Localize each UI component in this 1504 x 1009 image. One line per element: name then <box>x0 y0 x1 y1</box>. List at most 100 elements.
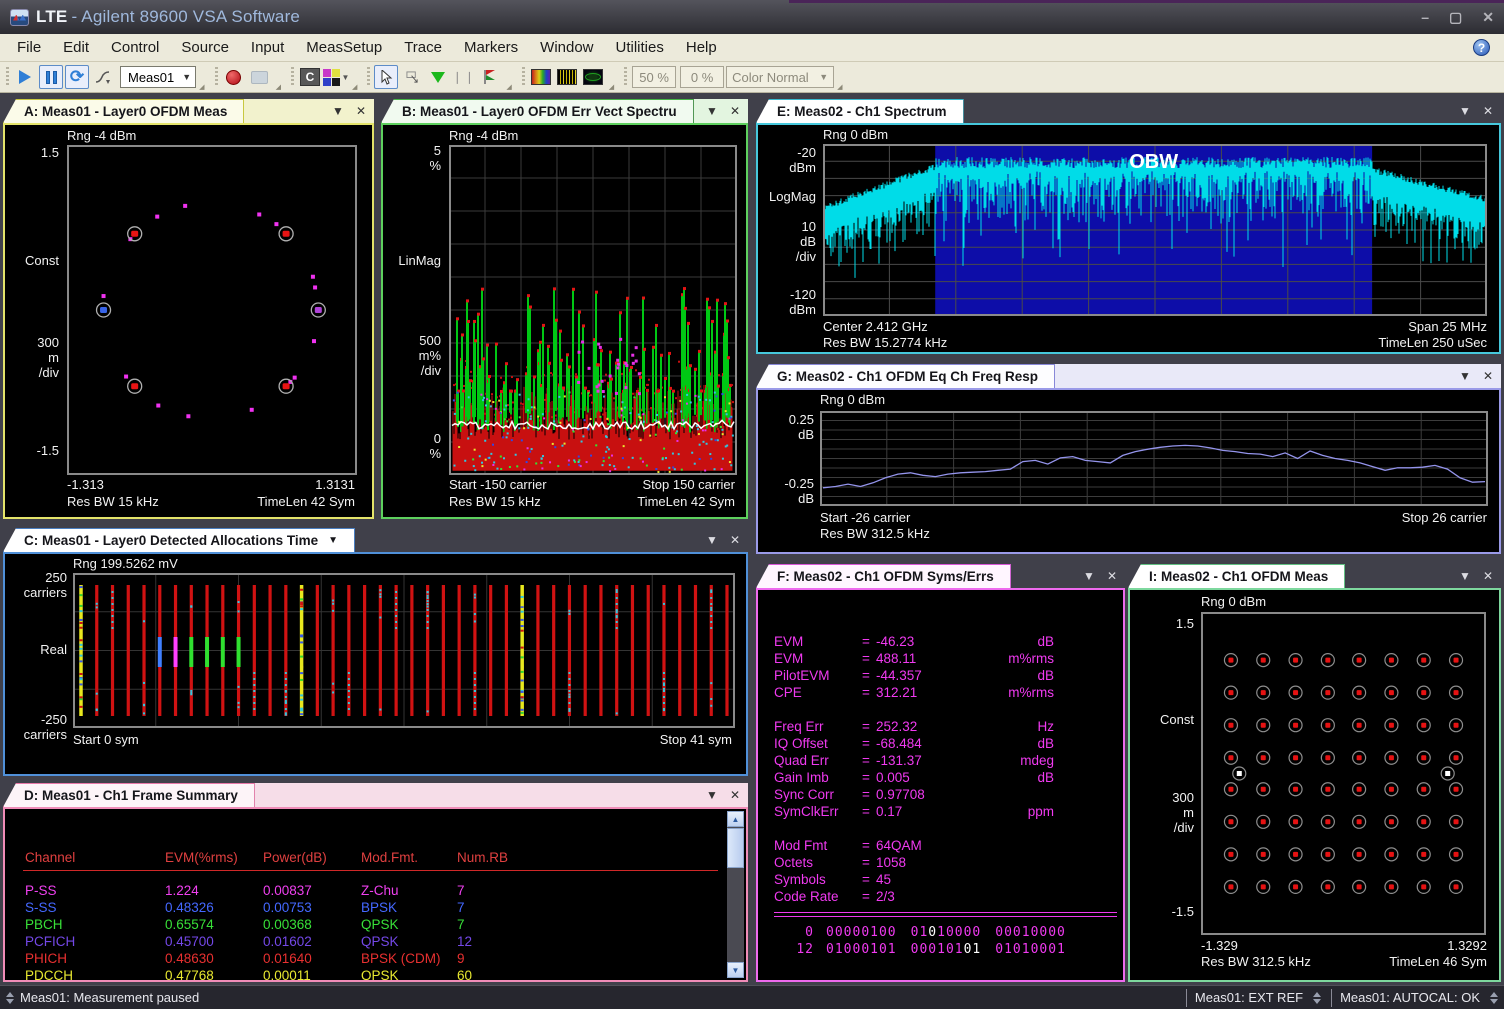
panel-c-collapse-button[interactable]: ▼ <box>706 534 718 546</box>
table-cell: 1.224 <box>165 883 263 898</box>
scroll-thumb[interactable] <box>727 828 744 868</box>
autocal-status: Meas01: AUTOCAL: OK <box>1336 990 1484 1005</box>
menu-item-window[interactable]: Window <box>529 35 604 60</box>
panel-c-tab-caret-icon[interactable]: ▼ <box>328 535 338 546</box>
spectrogram-button[interactable] <box>529 65 553 89</box>
menu-item-edit[interactable]: Edit <box>52 35 100 60</box>
toolbar-group-display: C ▼ <box>289 63 363 91</box>
table-row-pbch[interactable]: PBCH0.655740.00368QPSK7 <box>25 917 716 932</box>
readout-cell: = <box>862 753 876 770</box>
ext-ref-spinner-icon[interactable] <box>1313 992 1321 1004</box>
table-row-pdcch[interactable]: PDCCH0.477680.00011QPSK60 <box>25 968 716 980</box>
readout-row-symclkerr: SymClkErr=0.17ppm <box>774 804 1123 821</box>
pause-button[interactable] <box>39 65 63 89</box>
panel-f-close-button[interactable]: ✕ <box>1107 570 1117 582</box>
menu-item-meassetup[interactable]: MeasSetup <box>295 35 393 60</box>
panel-i-tab[interactable]: I: Meas02 - Ch1 OFDM Meas <box>1128 564 1345 588</box>
readout-cell: -44.357 <box>876 668 976 685</box>
menu-item-control[interactable]: Control <box>100 35 170 60</box>
table-scrollbar[interactable]: ▲ ▼ <box>727 811 744 978</box>
autocal-spinner-icon[interactable] <box>1490 992 1498 1004</box>
maximize-button[interactable]: ▢ <box>1449 9 1462 26</box>
panel-f: F: Meas02 - Ch1 OFDM Syms/Errs ▼ ✕ EVM = -… <box>756 562 1125 982</box>
panel-a-tab[interactable]: A: Meas01 - Layer0 OFDM Meas <box>3 99 244 123</box>
play-button[interactable] <box>13 65 37 89</box>
panel-d-collapse-button[interactable]: ▼ <box>706 789 718 801</box>
color-mode-select[interactable]: Color Normal▼ <box>726 66 834 88</box>
panel-f-collapse-button[interactable]: ▼ <box>1083 570 1095 582</box>
marker-min-button[interactable] <box>426 65 450 89</box>
restart-button[interactable]: ⟳ <box>65 65 89 89</box>
panel-i-collapse-button[interactable]: ▼ <box>1459 570 1471 582</box>
table-header-cell: EVM(%rms) <box>165 850 263 865</box>
menu-item-source[interactable]: Source <box>170 35 240 60</box>
panel-d-tab[interactable]: D: Meas01 - Ch1 Frame Summary <box>3 783 255 807</box>
table-row-p-ss[interactable]: P-SS1.2240.00837Z-Chu7 <box>25 883 716 898</box>
menu-item-file[interactable]: File <box>6 35 52 60</box>
x-axis-stop-label: Stop 150 carrier <box>643 477 736 492</box>
panel-a-close-button[interactable]: ✕ <box>356 105 366 117</box>
panel-a-collapse-button[interactable]: ▼ <box>332 105 344 117</box>
scroll-down-button[interactable]: ▼ <box>727 962 744 978</box>
measurement-select[interactable]: Meas01▼ <box>120 66 196 88</box>
spectrum-display-button[interactable] <box>555 65 579 89</box>
constellation-plot[interactable] <box>67 145 357 475</box>
table-row-pcfich[interactable]: PCFICH0.457000.01602QPSK12 <box>25 934 716 949</box>
close-button[interactable]: ✕ <box>1482 9 1494 26</box>
table-header-divider <box>23 870 718 871</box>
readout-row-evm: EVM=488.11m%rms <box>774 651 1123 668</box>
peak-search-button[interactable] <box>400 65 424 89</box>
overlap-percent-field[interactable]: 0 % <box>680 66 724 88</box>
menu-item-markers[interactable]: Markers <box>453 35 529 60</box>
panel-d-close-button[interactable]: ✕ <box>730 789 740 801</box>
scroll-up-button[interactable]: ▲ <box>727 811 744 827</box>
minimize-button[interactable]: – <box>1421 9 1429 26</box>
toolbar-group-traces <box>520 63 620 91</box>
window-title: LTE- Agilent 89600 VSA Software <box>36 7 300 27</box>
trigger-icon[interactable] <box>91 65 115 89</box>
error-vector-spectrum-plot[interactable] <box>449 145 737 475</box>
panel-f-tab[interactable]: F: Meas02 - Ch1 OFDM Syms/Errs <box>756 564 1011 588</box>
panel-g-tab[interactable]: G: Meas02 - Ch1 OFDM Eq Ch Freq Resp <box>756 364 1055 388</box>
resbw-label: Res BW 15 kHz <box>449 494 541 509</box>
panel-e-close-button[interactable]: ✕ <box>1483 105 1493 117</box>
panel-c-close-button[interactable]: ✕ <box>730 534 740 546</box>
y-axis-bottom-label: -1.5 <box>1130 904 1194 919</box>
layout-button[interactable]: ▼ <box>324 65 348 89</box>
panel-c-tab[interactable]: C: Meas01 - Layer0 Detected Allocations … <box>3 528 355 552</box>
menu-item-utilities[interactable]: Utilities <box>605 35 675 60</box>
menu-item-input[interactable]: Input <box>240 35 295 60</box>
panel-g-collapse-button[interactable]: ▼ <box>1459 370 1471 382</box>
readout-cell <box>976 787 1054 804</box>
band-markers-button[interactable]: ❘❘ <box>452 65 476 89</box>
eye-diagram-button[interactable] <box>581 65 605 89</box>
correction-button[interactable]: C <box>298 65 322 89</box>
range-label: Rng 0 dBm <box>823 127 888 142</box>
menu-item-trace[interactable]: Trace <box>393 35 453 60</box>
panel-b-tab[interactable]: B: Meas01 - Layer0 OFDM Err Vect Spectru <box>381 99 694 123</box>
readout-cell: EVM <box>774 651 862 668</box>
capture-button[interactable] <box>248 65 272 89</box>
panel-e-collapse-button[interactable]: ▼ <box>1459 105 1471 117</box>
average-percent-field[interactable]: 50 % <box>632 66 676 88</box>
resbw-label: Res BW 15 kHz <box>67 494 159 509</box>
panel-i-close-button[interactable]: ✕ <box>1483 570 1493 582</box>
menu-item-help[interactable]: Help <box>675 35 728 60</box>
panel-e-tab[interactable]: E: Meas02 - Ch1 Spectrum <box>756 99 964 123</box>
panel-g-close-button[interactable]: ✕ <box>1483 370 1493 382</box>
status-spinner-icon[interactable] <box>6 992 14 1004</box>
table-row-phich[interactable]: PHICH0.486300.01640BPSK (CDM)9 <box>25 951 716 966</box>
readout-cell: m%rms <box>976 651 1054 668</box>
spectrum-plot[interactable]: OBW <box>823 144 1487 316</box>
table-row-s-ss[interactable]: S-SS0.483260.00753BPSK7 <box>25 900 716 915</box>
record-button[interactable] <box>222 65 246 89</box>
panel-b-close-button[interactable]: ✕ <box>730 105 740 117</box>
panel-b-collapse-button[interactable]: ▼ <box>706 105 718 117</box>
eq-channel-freq-response-plot[interactable] <box>820 411 1488 506</box>
pointer-button[interactable] <box>374 65 398 89</box>
flag-marker-button[interactable] <box>478 65 502 89</box>
help-icon[interactable]: ? <box>1473 39 1490 56</box>
detected-allocations-plot[interactable] <box>73 573 735 728</box>
ext-ref-status: Meas01: EXT REF <box>1191 990 1307 1005</box>
qam64-constellation-plot[interactable] <box>1201 612 1486 935</box>
